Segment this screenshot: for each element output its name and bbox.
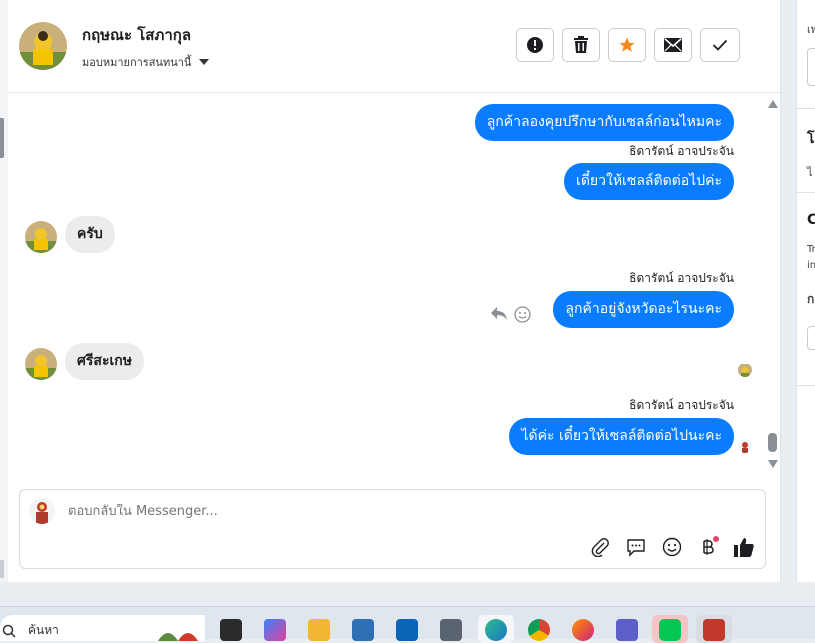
notification-dot [713, 536, 719, 542]
trash-icon [574, 36, 588, 53]
snipping-tool-tab[interactable] [696, 615, 732, 643]
thumbs-up-icon [734, 538, 754, 557]
mark-unread-button[interactable] [654, 28, 692, 62]
react-emoji-icon[interactable] [514, 306, 531, 327]
alert-icon [527, 37, 543, 53]
message-thread: ลูกค้าลองคุยปรึกษากับเซลล์ก่อนไหมคะ ธิดา… [8, 93, 780, 483]
star-icon [619, 37, 635, 52]
star-button[interactable] [608, 28, 646, 62]
search-icon [2, 624, 16, 638]
divider [797, 385, 815, 386]
message-outgoing[interactable]: เดี๋ยวให้เซลล์ติดต่อไปค่ะ [564, 163, 734, 200]
saved-replies-button[interactable] [625, 536, 647, 558]
umbrella-icon [158, 633, 198, 641]
mark-done-button[interactable] [700, 28, 740, 62]
envelope-icon [664, 38, 682, 52]
like-button[interactable] [733, 536, 755, 558]
assign-label: มอบหมายการสนทนานี้ [82, 56, 192, 69]
divider [797, 108, 815, 109]
scroll-up-arrow[interactable] [768, 100, 778, 108]
message-outgoing[interactable]: ได้ค่ะ เดี๋ยวให้เซลล์ติดต่อไปนะคะ [509, 418, 734, 455]
right-panel-text: in [807, 260, 815, 271]
seen-avatar [738, 363, 752, 377]
sender-name: ธิดารัตน์ อาจประจัน [629, 144, 734, 158]
reply-composer [19, 489, 766, 569]
attach-button[interactable] [589, 536, 611, 558]
avatar[interactable] [19, 22, 67, 70]
message-outgoing[interactable]: ลูกค้าอยู่จังหวัดอะไรนะคะ [553, 291, 734, 328]
payment-button[interactable] [697, 536, 719, 558]
message-outgoing[interactable]: ลูกค้าลองคุยปรึกษากับเซลล์ก่อนไหมคะ [474, 104, 734, 141]
header-actions [516, 28, 740, 62]
message-incoming[interactable]: ศรีสะเกษ [65, 343, 144, 380]
delete-button[interactable] [562, 28, 600, 62]
conversation-header: กฤษณะ โสภากุล มอบหมายการสนทนานี้ [8, 0, 780, 93]
taskbar-search-text: ค้นหา [28, 623, 59, 637]
line-active-tab[interactable] [652, 615, 688, 643]
caret-down-icon [199, 59, 210, 65]
smiley-icon [662, 537, 682, 557]
right-panel-heading: โ [807, 131, 815, 147]
right-side-panel: เพ โ ไ C Tr in ก [796, 0, 815, 582]
sender-name: ธิดารัตน์ อาจประจัน [629, 398, 734, 412]
windows-taskbar: ค้นหา [0, 606, 815, 643]
scroll-down-arrow[interactable] [768, 460, 778, 468]
right-panel-text: เพ [807, 23, 815, 36]
left-resize-handle[interactable] [0, 118, 4, 158]
right-panel-text: Tr [807, 244, 815, 255]
right-panel-select[interactable] [807, 326, 815, 350]
emoji-button[interactable] [661, 536, 683, 558]
paperclip-icon [591, 538, 609, 557]
right-panel-heading: C [807, 212, 815, 228]
scrollbar-thumb[interactable] [768, 433, 777, 452]
chat-bubble-icon [627, 539, 645, 557]
contact-name: กฤษณะ โสภากุล [82, 26, 192, 44]
reply-input[interactable] [68, 504, 568, 519]
mark-spam-button[interactable] [516, 28, 554, 62]
avatar [25, 221, 57, 253]
sender-name: ธิดารัตน์ อาจประจัน [629, 271, 734, 285]
avatar [25, 348, 57, 380]
reply-icon[interactable] [490, 305, 508, 325]
assign-conversation-dropdown[interactable]: มอบหมายการสนทนานี้ [82, 53, 210, 71]
composer-tools [589, 536, 755, 558]
message-incoming[interactable]: ครับ [65, 216, 115, 253]
conversation-panel: กฤษณะ โสภากุล มอบหมายการสนทนานี้ ลูกค้าล… [8, 0, 781, 582]
seen-avatar [738, 439, 752, 453]
edge-active-tab[interactable] [478, 615, 514, 643]
avatar [29, 498, 55, 524]
check-icon [712, 39, 728, 51]
right-panel-text: ไ [807, 166, 813, 179]
divider [797, 192, 815, 193]
right-panel-input[interactable] [807, 48, 815, 86]
right-panel-label: ก [807, 292, 815, 306]
left-scroll-indicator [0, 560, 4, 578]
